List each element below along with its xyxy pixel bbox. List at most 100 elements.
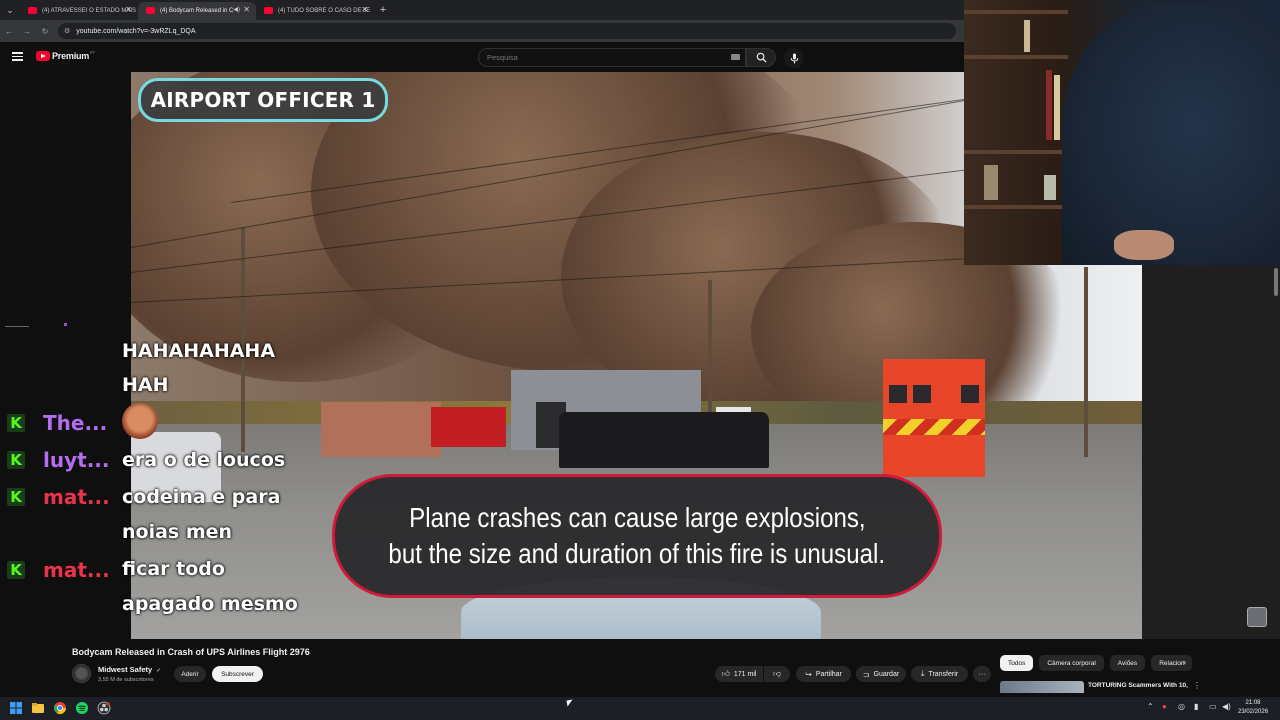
new-tab-button[interactable]: +	[374, 1, 392, 19]
close-tab-icon[interactable]: ✕	[243, 5, 250, 14]
tab-title: (4) ATRAVESSEI O ESTADO MAIS	[42, 8, 137, 14]
more-icon: ···	[978, 670, 986, 678]
close-tab-icon[interactable]: ✕	[361, 5, 368, 14]
channel-watermark-icon[interactable]	[1247, 607, 1267, 627]
menu-icon[interactable]	[12, 52, 23, 61]
video-scene-suv	[559, 412, 769, 468]
chrome-icon[interactable]	[53, 701, 67, 715]
bookshelf	[964, 205, 1068, 209]
chip-planes[interactable]: Aviões	[1109, 655, 1146, 671]
more-vert-icon[interactable]: ⋮	[1193, 681, 1201, 690]
search-input[interactable]: Pesquisa	[478, 48, 746, 67]
volume-icon[interactable]: ◀)	[1222, 702, 1231, 711]
share-button[interactable]: ↪ Partilhar	[796, 666, 851, 682]
dislike-button[interactable]: 👎︎	[764, 666, 790, 682]
like-button[interactable]: 👍︎ 171 mil	[715, 666, 763, 682]
chat-message: era o de loucos	[122, 449, 286, 471]
chip-related[interactable]: Relacion	[1151, 655, 1193, 671]
url-input[interactable]: ⚙ youtube.com/watch?v=-3wRZLq_DQA	[58, 23, 956, 39]
speaker-icon[interactable]: ◀)	[233, 6, 240, 13]
chat-username: mat...	[43, 485, 110, 509]
chat-username: luyt...	[43, 448, 110, 472]
obs-icon[interactable]	[97, 701, 111, 715]
system-clock[interactable]: 21:08 23/02/2026	[1238, 699, 1268, 717]
clock-date: 23/02/2026	[1238, 709, 1269, 715]
search-button[interactable]	[746, 48, 776, 67]
chevron-up-icon[interactable]: ⌃	[1147, 702, 1154, 711]
video-scene-truck	[431, 407, 506, 447]
channel-avatar[interactable]	[72, 664, 91, 683]
related-video-thumbnail[interactable]	[1000, 681, 1084, 693]
streamer-webcam	[964, 0, 1280, 265]
ambulance-window	[961, 385, 979, 403]
download-label: Transferir	[928, 670, 959, 678]
keyboard-icon[interactable]	[731, 54, 740, 60]
tab-search-icon[interactable]: ⌄	[0, 0, 20, 20]
reload-icon[interactable]: ↻	[36, 22, 54, 40]
subscriber-count: 3,55 M de subscritores	[98, 677, 154, 683]
spotify-icon[interactable]	[75, 701, 89, 715]
book	[1024, 20, 1030, 52]
video-caption: Plane crashes can cause large explosions…	[332, 474, 942, 598]
related-filter-chips: Todos Câmera corporal Aviões Relacion	[1000, 655, 1198, 671]
join-button[interactable]: Aderir	[174, 666, 206, 682]
site-info-icon[interactable]: ⚙	[64, 27, 70, 35]
logo-text: Premium	[52, 51, 90, 61]
kick-logo-icon: K	[7, 414, 25, 432]
chip-all[interactable]: Todos	[1000, 655, 1034, 671]
clock-time: 21:08	[1245, 700, 1261, 706]
mouse-cursor	[566, 699, 574, 707]
utility-pole	[1084, 267, 1088, 457]
display-icon[interactable]: ▭	[1209, 702, 1217, 711]
chip-bodycam[interactable]: Câmera corporal	[1039, 655, 1104, 671]
channel-name[interactable]: Midwest Safety ✓	[98, 665, 161, 674]
tray-usb-icon[interactable]: ▮	[1194, 702, 1198, 711]
bookshelf	[964, 10, 1068, 14]
video-title: Bodycam Released in Crash of UPS Airline…	[72, 647, 310, 657]
forward-arrow-icon[interactable]: →	[18, 22, 36, 40]
file-explorer-icon[interactable]	[31, 701, 45, 715]
like-count: 171 mil	[733, 670, 757, 678]
microphone-icon	[790, 53, 798, 63]
download-button[interactable]: ⤓ Transferir	[911, 666, 968, 682]
video-scene-ambulance	[883, 359, 985, 477]
channel-name-text: Midwest Safety	[98, 665, 153, 674]
windows-start-icon[interactable]	[9, 701, 23, 715]
screen: ⌄ (4) ATRAVESSEI O ESTADO MAIS ✕ (4) Bod…	[0, 0, 1280, 720]
book	[1046, 70, 1052, 140]
search-placeholder: Pesquisa	[487, 53, 518, 62]
chat-message: noias men	[122, 521, 233, 543]
more-actions-button[interactable]: ···	[973, 666, 991, 682]
url-text: youtube.com/watch?v=-3wRZLq_DQA	[76, 27, 196, 35]
chat-emote	[122, 403, 158, 439]
related-video-title[interactable]: TORTURING Scammers With 10,000 Viewers L…	[1088, 682, 1188, 692]
back-arrow-icon[interactable]: ←	[0, 22, 18, 40]
tray-app-icon[interactable]: ◎	[1178, 702, 1185, 711]
video-scene-house	[321, 402, 441, 457]
speaker-badge: AIRPORT OFFICER 1	[138, 78, 388, 122]
subscribe-button[interactable]: Subscrever	[212, 666, 263, 682]
voice-search-button[interactable]	[784, 48, 804, 68]
chevron-right-icon[interactable]: ›	[1183, 657, 1186, 667]
thumbs-up-icon: 👍︎	[721, 669, 730, 678]
tray-app-icon[interactable]: ●	[1162, 702, 1167, 711]
verified-icon: ✓	[156, 668, 162, 674]
tab-title: (4) Bodycam Released in C	[160, 8, 234, 14]
close-tab-icon[interactable]: ✕	[125, 5, 132, 14]
youtube-logo[interactable]: Premium PT	[36, 50, 95, 61]
caption-line-2: but the size and duration of this fire i…	[388, 538, 886, 569]
browser-tab-3[interactable]: (4) TUDO SOBRE O CASO DE JE ✕	[256, 2, 374, 20]
windows-taskbar: ⌃ ● ◎ ▮ ▭ ◀) 21:08 23/02/2026	[0, 697, 1280, 720]
scrollbar[interactable]	[1274, 268, 1278, 296]
kick-logo-icon: K	[7, 451, 25, 469]
browser-tab-2[interactable]: (4) Bodycam Released in C ◀) ✕	[138, 2, 256, 20]
save-button[interactable]: ⊐ Guardar	[856, 666, 906, 682]
chat-message: apagado mesmo	[122, 593, 298, 615]
picture-frame	[984, 165, 998, 200]
share-icon: ↪	[805, 669, 812, 679]
browser-tab-1[interactable]: (4) ATRAVESSEI O ESTADO MAIS ✕	[20, 2, 138, 20]
streamer	[1062, 4, 1280, 265]
streamer-hand	[1114, 230, 1174, 260]
thumbs-down-icon: 👎︎	[772, 669, 782, 678]
youtube-favicon-icon	[28, 7, 37, 14]
